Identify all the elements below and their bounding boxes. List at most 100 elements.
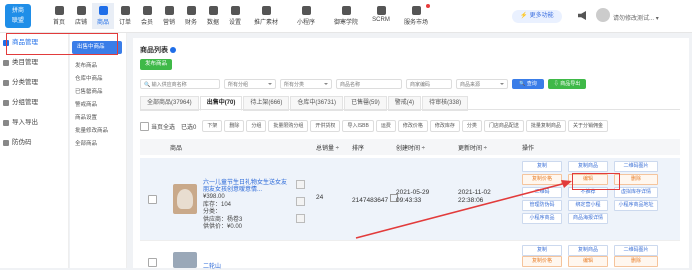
store-icon (76, 6, 86, 15)
op-button[interactable]: 复制价格 (522, 256, 562, 267)
op-button[interactable]: 二维码图片 (614, 161, 658, 172)
bulk-action-button[interactable]: 开供货权 (310, 120, 341, 132)
nav-item-1[interactable]: 店铺 (70, 3, 92, 29)
nav-item-10[interactable]: 小程序 (286, 3, 326, 29)
brand-logo[interactable]: 拼商 联盟 (5, 4, 31, 28)
sidebar-item-label: 防伪码 (12, 139, 32, 146)
menu-icon (3, 100, 9, 106)
export-goods-button[interactable]: ⇩ 商品导出 (548, 79, 586, 89)
bulk-action-button[interactable]: 分类 (461, 120, 482, 132)
op-button[interactable]: 管理防伪码 (522, 200, 562, 211)
row-operations: 复制 复制商品 二维码图片复制价格 编辑 删除 (522, 245, 658, 267)
nav-item-4[interactable]: 会员 (136, 3, 158, 29)
op-button[interactable]: 小程序商品地址 (614, 200, 658, 211)
nav-item-13[interactable]: 服务市场 (396, 3, 436, 29)
publish-goods-button[interactable]: 发布商品 (140, 59, 172, 70)
goods-category: 分类： (203, 209, 222, 215)
select-page-checkbox[interactable] (140, 121, 149, 131)
row-checkbox[interactable] (148, 258, 157, 267)
subnav-item-5[interactable]: 商品设置 (70, 112, 126, 125)
merchant-code-input[interactable]: 商家编码 (406, 79, 452, 89)
column-total-sales[interactable]: 总销量 ÷ (316, 143, 339, 152)
goods-name-input[interactable]: 商品名称 (336, 79, 402, 89)
more-features-button[interactable]: ⚡ 更多功能 (512, 10, 562, 23)
column-created[interactable]: 创建时间 ÷ (396, 143, 425, 152)
edit-stock-icon[interactable] (296, 214, 305, 223)
supplier-search-input[interactable]: 🔍 输入供应商名称 (140, 79, 220, 89)
goods-thumbnail[interactable] (173, 184, 197, 214)
subnav-item-2[interactable]: 仓库中商品 (70, 73, 126, 86)
op-button[interactable]: 编辑 (568, 256, 608, 267)
nav-item-label: 会员 (140, 20, 153, 26)
sidebar-item-label: 导入导出 (12, 119, 38, 126)
op-button[interactable]: 虚拟库存详情 (614, 187, 658, 198)
bulk-action-button[interactable]: 门店商品配送 (483, 120, 524, 132)
edit-icons (296, 180, 305, 231)
bulk-action-button[interactable]: 删除 (224, 120, 245, 132)
op-button[interactable]: 复制 (522, 245, 562, 256)
goods-title-link[interactable]: 二轮山 (203, 261, 221, 270)
avatar[interactable] (596, 8, 610, 22)
row-checkbox[interactable] (148, 195, 157, 204)
help-icon[interactable] (170, 47, 176, 54)
sidebar-item-3[interactable]: 分组管理 (0, 93, 68, 113)
bulk-action-button[interactable]: 关于分销佣金 (567, 120, 608, 132)
nav-item-label: 小程序 (296, 20, 315, 26)
op-button[interactable]: 二维码图片 (614, 245, 658, 256)
nav-item-7[interactable]: 数据 (202, 3, 224, 29)
edit-price-icon[interactable] (296, 197, 305, 206)
nav-item-5[interactable]: 营销 (158, 3, 180, 29)
speaker-icon[interactable] (578, 11, 586, 20)
nav-item-11[interactable]: 御寒学院 (326, 3, 366, 29)
op-button[interactable]: 复制价格 (522, 174, 562, 185)
nav-item-0[interactable]: 首页 (48, 3, 70, 29)
op-button[interactable]: 绑定营小程 (568, 200, 608, 211)
nav-item-2[interactable]: 商品 (92, 3, 114, 29)
sidebar-item-2[interactable]: 分类管理 (0, 73, 68, 93)
bulk-action-button[interactable]: 导入ISBB (342, 120, 374, 132)
source-select[interactable]: 商品来源 (456, 79, 508, 89)
op-button[interactable]: 删除 (614, 256, 658, 267)
search-button[interactable]: 🔍 查询 (512, 79, 544, 89)
column-updated[interactable]: 更新时间 ÷ (458, 143, 487, 152)
group-select[interactable]: 所有分组 (224, 79, 276, 89)
subnav-item-7[interactable]: 全部商品 (70, 138, 126, 151)
bulk-action-button[interactable]: 修改库存 (429, 120, 460, 132)
nav-item-label: 财务 (184, 20, 197, 26)
nav-item-8[interactable]: 设置 (224, 3, 246, 29)
bulk-action-button[interactable]: 批量复制商品 (525, 120, 566, 132)
sidebar-item-5[interactable]: 防伪码 (0, 133, 68, 153)
goods-info: ¥398.00 库存：104 分类： 供应商：杨卷3 供供价：¥0.00 (203, 194, 242, 232)
op-button[interactable]: 商品海报详情 (568, 213, 608, 224)
bulk-action-button[interactable]: 批量限购分组 (268, 120, 309, 132)
subnav-item-1[interactable]: 发布商品 (70, 60, 126, 73)
sidebar-item-4[interactable]: 导入导出 (0, 113, 68, 133)
username-dropdown[interactable]: 请勿修改测试... ▾ (613, 13, 659, 22)
op-button[interactable]: 复制 (522, 161, 562, 172)
nav-item-3[interactable]: 订单 (114, 3, 136, 29)
edit-title-icon[interactable] (296, 180, 305, 189)
nav-item-6[interactable]: 财务 (180, 3, 202, 29)
op-button[interactable]: 小程序商品 (522, 213, 562, 224)
bulk-action-button[interactable]: 运费 (375, 120, 396, 132)
subnav-item-6[interactable]: 批量修改商品 (70, 125, 126, 138)
bulk-action-button[interactable]: 分组 (246, 120, 267, 132)
op-button[interactable]: 二维码 (522, 187, 562, 198)
subnav-item-4[interactable]: 警戒商品 (70, 99, 126, 112)
bulk-action-button[interactable]: 修改价格 (397, 120, 428, 132)
op-button[interactable]: 复制商品 (568, 245, 608, 256)
nav-item-9[interactable]: 推广素材 (246, 3, 286, 29)
nav-item-12[interactable]: SCRM (366, 3, 396, 29)
subnav-item-3[interactable]: 已售罄商品 (70, 86, 126, 99)
goods-title-link[interactable]: 六一儿童节生日礼物女生送女友朋友女孩创意嗳意情... (203, 180, 287, 194)
sidebar-item-label: 分组管理 (12, 99, 38, 106)
bulk-action-button[interactable]: 下架 (202, 120, 223, 132)
settings-icon (230, 6, 240, 15)
op-button[interactable]: 复制商品 (568, 161, 608, 172)
op-button[interactable]: 删除 (614, 174, 658, 185)
top-navigation-bar: 拼商 联盟 首页 店铺 商品 订单 会员 营销 财务 数据 设置 推广素材 小程序 御寒学院 SCRM 服… (0, 0, 692, 33)
sidebar-item-1[interactable]: 类目管理 (0, 53, 68, 73)
filter-bar: 🔍 输入供应商名称 所有分组 所有分类 商品名称 商家编码 商品来源 🔍 查询 … (140, 79, 586, 89)
goods-thumbnail[interactable] (173, 252, 197, 268)
category-select[interactable]: 所有分类 (280, 79, 332, 89)
